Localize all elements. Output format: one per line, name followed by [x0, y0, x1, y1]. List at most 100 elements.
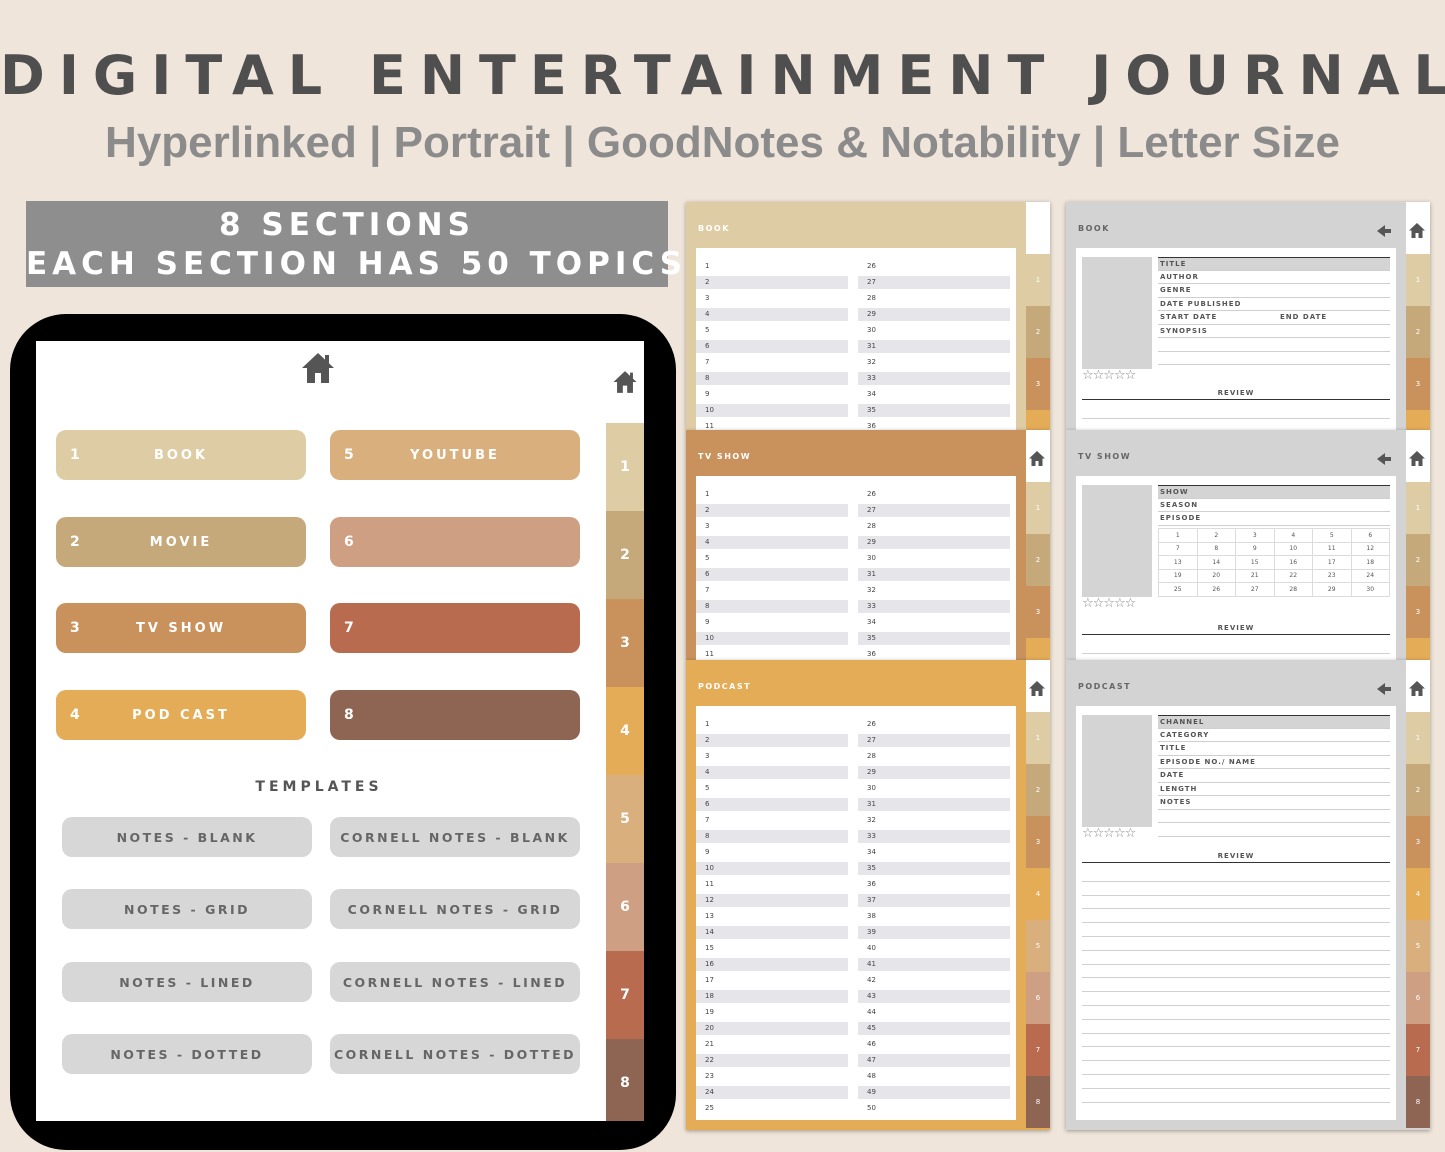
- page-tab[interactable]: 2: [1406, 534, 1430, 586]
- page-tab[interactable]: 2: [1026, 764, 1050, 816]
- episode-cell[interactable]: 21: [1235, 568, 1275, 583]
- topic-cell[interactable]: 30: [858, 552, 1010, 565]
- topic-cell[interactable]: 2: [696, 504, 848, 517]
- topic-cell[interactable]: 22: [696, 1054, 848, 1067]
- topic-cell[interactable]: 32: [858, 584, 1010, 597]
- topic-row[interactable]: 10 35: [696, 402, 1016, 418]
- topic-cell[interactable]: 49: [858, 1086, 1010, 1099]
- topic-row[interactable]: 1 26: [696, 486, 1016, 502]
- topic-row[interactable]: 18 43: [696, 988, 1016, 1004]
- topic-cell[interactable]: 21: [696, 1038, 848, 1051]
- field-label[interactable]: NOTES: [1158, 796, 1390, 810]
- topic-row[interactable]: 2 27: [696, 502, 1016, 518]
- topic-row[interactable]: 8 33: [696, 828, 1016, 844]
- topic-cell[interactable]: 10: [696, 404, 848, 417]
- topic-cell[interactable]: 34: [858, 616, 1010, 629]
- topic-row[interactable]: 11 36: [696, 876, 1016, 892]
- episode-cell[interactable]: 16: [1273, 555, 1313, 570]
- topic-row[interactable]: 23 48: [696, 1068, 1016, 1084]
- topic-row[interactable]: 5 30: [696, 322, 1016, 338]
- topic-cell[interactable]: 32: [858, 356, 1010, 369]
- section-button-youtube[interactable]: 5 YOUTUBE: [330, 430, 580, 480]
- episode-cell[interactable]: 2: [1196, 528, 1236, 543]
- topic-cell[interactable]: 10: [696, 862, 848, 875]
- page-tab[interactable]: 2: [1406, 764, 1430, 816]
- topic-cell[interactable]: 28: [858, 520, 1010, 533]
- topic-cell[interactable]: 47: [858, 1054, 1010, 1067]
- review-lines[interactable]: [1082, 405, 1390, 430]
- topic-cell[interactable]: 44: [858, 1006, 1010, 1019]
- cover-photo-placeholder[interactable]: [1082, 257, 1152, 369]
- topic-cell[interactable]: 48: [858, 1070, 1010, 1083]
- blank-line[interactable]: [1158, 810, 1390, 823]
- episode-cell[interactable]: 28: [1273, 582, 1313, 597]
- episode-cell[interactable]: 14: [1196, 555, 1236, 570]
- topic-cell[interactable]: 39: [858, 926, 1010, 939]
- topic-cell[interactable]: 31: [858, 340, 1010, 353]
- tab-6[interactable]: 6: [606, 863, 644, 951]
- topic-cell[interactable]: 32: [858, 814, 1010, 827]
- topic-cell[interactable]: 29: [858, 536, 1010, 549]
- field-label[interactable]: SEASON: [1158, 499, 1390, 512]
- page-tab[interactable]: 3: [1026, 358, 1050, 410]
- topic-row[interactable]: 7 32: [696, 812, 1016, 828]
- episode-cell[interactable]: 25: [1158, 582, 1198, 597]
- topic-cell[interactable]: 33: [858, 830, 1010, 843]
- episode-cell[interactable]: 27: [1235, 582, 1275, 597]
- topic-row[interactable]: 9 34: [696, 386, 1016, 402]
- topic-cell[interactable]: 5: [696, 552, 848, 565]
- page-tab[interactable]: 3: [1026, 586, 1050, 638]
- page-tab[interactable]: 3: [1406, 358, 1430, 410]
- episode-cell[interactable]: 26: [1196, 582, 1236, 597]
- topic-cell[interactable]: 19: [696, 1006, 848, 1019]
- episode-cell[interactable]: 20: [1196, 568, 1236, 583]
- topic-cell[interactable]: 11: [696, 648, 848, 660]
- topic-row[interactable]: 11 36: [696, 646, 1016, 660]
- main-home-button[interactable]: [300, 351, 336, 389]
- topic-cell[interactable]: 30: [858, 324, 1010, 337]
- topic-cell[interactable]: 35: [858, 632, 1010, 645]
- topic-cell[interactable]: 31: [858, 568, 1010, 581]
- topic-cell[interactable]: 6: [696, 798, 848, 811]
- topic-row[interactable]: 6 31: [696, 796, 1016, 812]
- topic-cell[interactable]: 50: [858, 1102, 1010, 1115]
- page-tab[interactable]: 3: [1406, 816, 1430, 868]
- page-tab[interactable]: 4: [1026, 868, 1050, 920]
- rating-stars[interactable]: ☆☆☆☆☆: [1082, 596, 1136, 611]
- topic-cell[interactable]: 46: [858, 1038, 1010, 1051]
- topic-cell[interactable]: 34: [858, 388, 1010, 401]
- topic-cell[interactable]: 6: [696, 340, 848, 353]
- topic-cell[interactable]: 8: [696, 830, 848, 843]
- topic-row[interactable]: 16 41: [696, 956, 1016, 972]
- topic-row[interactable]: 22 47: [696, 1052, 1016, 1068]
- topic-cell[interactable]: 26: [858, 488, 1010, 501]
- page-home-button[interactable]: [1408, 680, 1426, 701]
- topic-cell[interactable]: 38: [858, 910, 1010, 923]
- tab-3[interactable]: 3: [606, 599, 644, 687]
- episode-cell[interactable]: 17: [1312, 555, 1352, 570]
- topic-cell[interactable]: 35: [858, 862, 1010, 875]
- page-tab[interactable]: 2: [1026, 306, 1050, 358]
- page-tab[interactable]: 7: [1026, 1024, 1050, 1076]
- episode-cell[interactable]: 5: [1312, 528, 1352, 543]
- topic-cell[interactable]: 8: [696, 372, 848, 385]
- topic-cell[interactable]: 7: [696, 584, 848, 597]
- section-button-book[interactable]: 1 BOOK: [56, 430, 306, 480]
- topic-row[interactable]: 3 28: [696, 290, 1016, 306]
- topic-cell[interactable]: 1: [696, 488, 848, 501]
- template-cornell-blank[interactable]: CORNELL NOTES - BLANK: [330, 817, 580, 857]
- episode-cell[interactable]: 19: [1158, 568, 1198, 583]
- topic-row[interactable]: 17 42: [696, 972, 1016, 988]
- blank-line[interactable]: [1158, 823, 1390, 837]
- episode-cell[interactable]: 23: [1312, 568, 1352, 583]
- topic-row[interactable]: 1 26: [696, 716, 1016, 732]
- rating-stars[interactable]: ☆☆☆☆☆: [1082, 826, 1136, 841]
- topic-cell[interactable]: 27: [858, 504, 1010, 517]
- episode-cell[interactable]: 3: [1235, 528, 1275, 543]
- topic-cell[interactable]: 20: [696, 1022, 848, 1035]
- topic-row[interactable]: 11 36: [696, 418, 1016, 430]
- topic-cell[interactable]: 9: [696, 846, 848, 859]
- episode-cell[interactable]: 7: [1158, 541, 1198, 556]
- section-button-8[interactable]: 8: [330, 690, 580, 740]
- field-label[interactable]: EPISODE: [1158, 512, 1390, 526]
